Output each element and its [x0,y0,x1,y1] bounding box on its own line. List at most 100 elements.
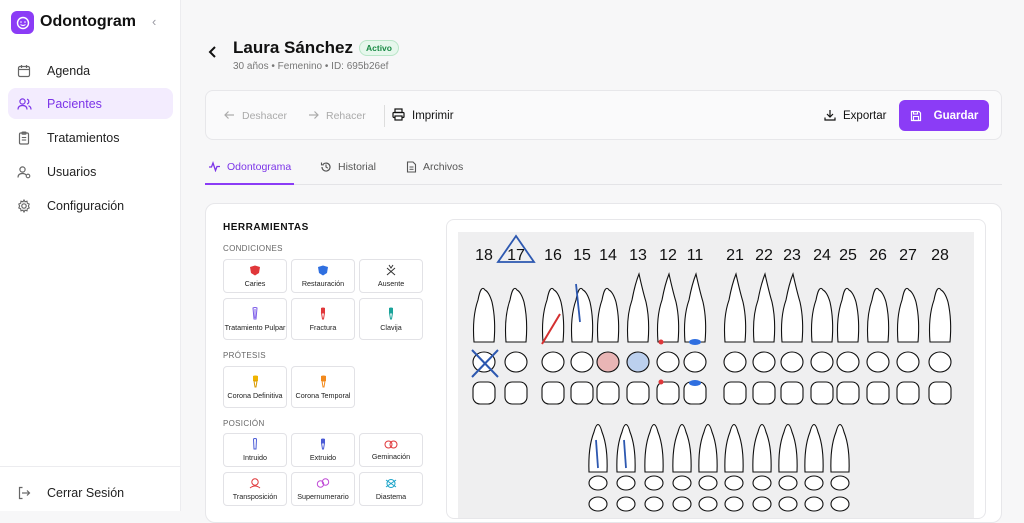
lower-tooth-root [672,423,692,473]
tab-archivos[interactable]: Archivos [406,150,463,184]
collapse-sidebar-icon[interactable]: ‹ [152,14,156,29]
tab-label: Archivos [423,161,464,173]
tool-transposicion[interactable]: Transposición [223,472,287,506]
patient-name: Laura Sánchez [233,38,353,57]
odontogram-canvas[interactable]: 18 17 16 15 14 13 12 11 21 22 23 24 25 26 27 28 [458,232,974,519]
supernumerary-icon [316,477,330,489]
activity-icon [208,161,221,172]
lower-tooth-occlusal [644,475,664,491]
app-title: Odontogram [40,13,136,30]
clipboard-icon [17,130,33,145]
odontogram-card: HERRAMIENTAS CONDICIONES Caries Restaura… [205,203,1002,523]
tooth-root [596,287,620,343]
lower-tooth-occlusal [778,475,798,491]
sidebar-item-label: Tratamientos [47,130,120,145]
lower-tooth-crown [616,496,636,512]
export-button[interactable]: Exportar [824,91,886,141]
tooth-root [683,272,707,343]
tool-geminacion[interactable]: Geminación [359,433,423,467]
tooth-crown [723,381,747,405]
tooth-root [541,287,565,343]
sidebar-item-agenda[interactable]: Agenda [8,55,173,86]
tool-supernumerario[interactable]: Supernumerario [291,472,355,506]
extruded-icon [320,438,326,450]
section-protesis: PRÓTESIS [223,351,266,360]
tooth-root [810,287,834,343]
tool-corona-temporal[interactable]: Corona Temporal [291,366,355,408]
lower-tooth-occlusal [724,475,744,491]
tool-corona-definitiva[interactable]: Corona Definitiva [223,366,287,408]
tooth-root [896,287,920,343]
toolbar: Deshacer Rehacer Imprimir Exportar Guard… [205,90,1002,140]
redo-button[interactable]: Rehacer [308,91,366,141]
sidebar-divider [0,466,181,467]
tooth-crown [541,381,565,405]
tooth-root [570,287,594,343]
users-icon [17,97,33,111]
lower-tooth-crown [644,496,664,512]
tool-intruido[interactable]: Intruido [223,433,287,467]
caries-mark [658,379,664,385]
restoration-mark [689,380,701,386]
lower-tooth-crown [778,496,798,512]
tooth-root [836,287,860,343]
tool-restauracion[interactable]: Restauración [291,259,355,293]
lower-tooth-root [644,423,664,473]
tool-diastema[interactable]: Diastema [359,472,423,506]
tooth-crown [504,381,528,405]
tooth-crown [752,381,776,405]
lower-tooth-occlusal [672,475,692,491]
print-button[interactable]: Imprimir [392,91,454,141]
tooth-root [504,287,528,343]
teeth-diagram[interactable]: 18 17 16 15 14 13 12 11 21 22 23 24 25 26 27 28 [458,232,974,519]
save-button[interactable]: Guardar [899,100,989,131]
lower-tooth-crown [724,496,744,512]
tooth-crown [780,381,804,405]
sidebar-item-pacientes[interactable]: Pacientes [8,88,173,119]
sidebar-item-usuarios[interactable]: Usuarios [8,156,173,187]
tool-extruido[interactable]: Extruido [291,433,355,467]
sidebar-item-tratamientos[interactable]: Tratamientos [8,122,173,153]
status-badge: Activo [359,40,399,56]
lower-tooth-root [778,423,798,473]
odontogram-chart[interactable]: 18 17 16 15 14 13 12 11 21 22 23 24 25 26 27 28 [446,219,986,519]
lower-tooth-occlusal [752,475,772,491]
logout-button[interactable]: Cerrar Sesión [8,477,173,508]
back-arrow-icon[interactable] [207,45,219,64]
tooth-crown [570,381,594,405]
tool-caries[interactable]: Caries [223,259,287,293]
tooth-root [723,272,747,343]
section-condiciones: CONDICIONES [223,244,283,253]
printer-icon [392,108,405,124]
caries-mark [658,339,664,345]
tab-label: Historial [338,161,376,173]
tooth-number: 16 [544,247,562,264]
lower-tooth-occlusal [698,475,718,491]
tooth-occlusal [752,351,776,373]
missing-tooth-icon [386,264,396,276]
sidebar-item-configuracion[interactable]: Configuración [8,190,173,221]
tool-fractura[interactable]: Fractura [291,298,355,340]
tooth-number: 11 [687,247,704,264]
tooth-root [626,272,650,343]
tooth-root [656,272,680,343]
lower-tooth-root [830,423,850,473]
sidebar-item-label: Usuarios [47,164,97,179]
tab-historial[interactable]: Historial [320,150,376,184]
tooth-number: 18 [475,247,493,264]
logout-label: Cerrar Sesión [47,485,125,500]
arrow-right-icon [308,110,319,123]
print-label: Imprimir [412,110,454,122]
undo-button[interactable]: Deshacer [224,91,287,141]
transposition-icon [248,477,262,489]
main-content: Laura Sánchez Activo 30 años • Femenino … [181,0,1024,523]
tool-clavija[interactable]: Clavija [359,298,423,340]
tool-ausente[interactable]: Ausente [359,259,423,293]
tool-tratamiento-pulpar[interactable]: Tratamiento Pulpar [223,298,287,340]
tooth-crown [810,381,834,405]
tooth-number: 24 [813,247,831,264]
tab-odontograma[interactable]: Odontograma [205,150,295,185]
tooth-number: 27 [899,247,917,264]
logout-icon [17,486,33,500]
post-icon [388,307,394,320]
